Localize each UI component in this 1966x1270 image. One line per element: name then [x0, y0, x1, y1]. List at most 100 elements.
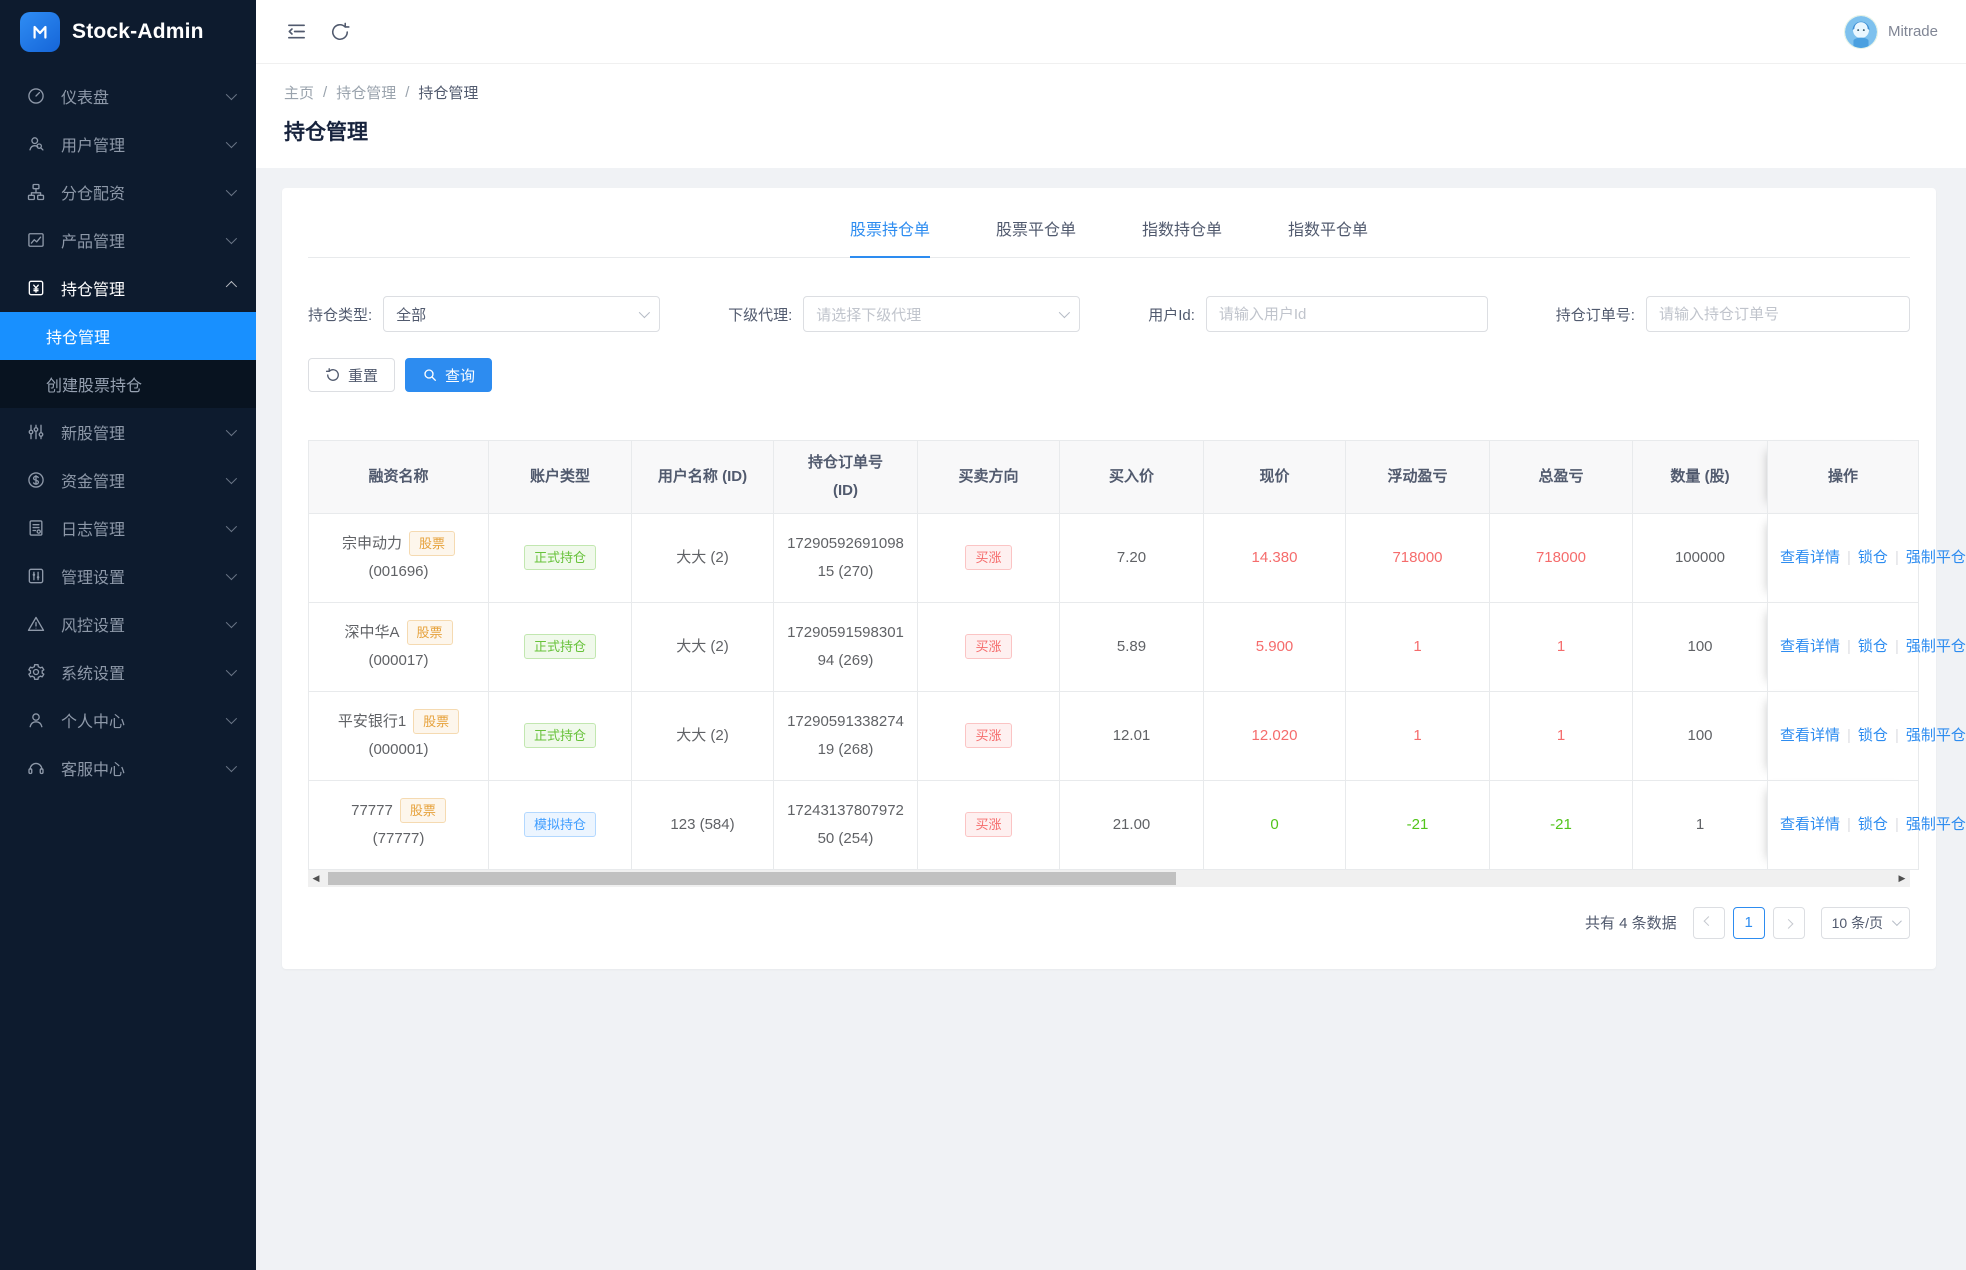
- reset-button[interactable]: 重置: [308, 358, 396, 392]
- breadcrumb-item[interactable]: 持仓管理: [336, 82, 396, 103]
- topbar-user[interactable]: Mitrade: [1843, 14, 1938, 49]
- sidebar-item-profile[interactable]: 个人中心: [0, 696, 256, 744]
- sidebar-item-logs[interactable]: 日志管理: [0, 504, 256, 552]
- brand[interactable]: Stock-Admin: [0, 0, 256, 64]
- filter-group-position-type: 持仓类型: 全部: [308, 296, 661, 332]
- scroll-left-icon[interactable]: ◀: [308, 870, 324, 887]
- chevron-down-icon: [225, 568, 238, 581]
- chevron-down-icon: [1891, 916, 1902, 927]
- cell-direction: 买涨: [917, 601, 1060, 692]
- cell-total-pl: -21: [1489, 779, 1633, 870]
- tab-2[interactable]: 指数持仓单: [1142, 216, 1222, 257]
- direction-tag: 买涨: [965, 633, 1012, 660]
- chevron-down-icon: [225, 712, 238, 725]
- action-view-detail[interactable]: 查看详情: [1780, 816, 1840, 833]
- breadcrumb-item[interactable]: 主页: [284, 82, 314, 103]
- sidebar-item-label: 持仓管理: [61, 282, 126, 299]
- stock-name: 77777: [351, 801, 393, 819]
- breadcrumb-separator: /: [323, 84, 328, 101]
- sidebar-item-product[interactable]: 产品管理: [0, 216, 256, 264]
- search-button[interactable]: 查询: [405, 358, 493, 392]
- brand-name: Stock-Admin: [72, 20, 204, 43]
- action-lock-position[interactable]: 锁仓: [1858, 549, 1888, 566]
- action-lock-position[interactable]: 锁仓: [1858, 816, 1888, 833]
- cell-current-price: 14.380: [1203, 512, 1346, 603]
- direction-tag: 买涨: [965, 811, 1012, 838]
- cell-float-pl: 718000: [1345, 512, 1490, 603]
- action-separator: |: [1894, 548, 1899, 566]
- pagination: 共有 4 条数据 1 10 条/页: [308, 906, 1910, 939]
- avatar[interactable]: [1843, 14, 1878, 49]
- sidebar-item-allocation[interactable]: 分仓配资: [0, 168, 256, 216]
- collapse-menu-icon[interactable]: [284, 20, 308, 44]
- positions-table-wrap: 融资名称 账户类型 用户名称 (ID) 持仓订单号 (ID) 买卖方向 买入价 现价 浮动盈亏…: [308, 440, 1966, 887]
- sidebar-subitem-create-stock-position[interactable]: 创建股票持仓: [0, 360, 256, 408]
- sidebar-item-support[interactable]: 客服中心: [0, 744, 256, 792]
- sidebar-item-dashboard[interactable]: 仪表盘: [0, 72, 256, 120]
- sidebar-subitem-position-list[interactable]: 持仓管理: [0, 312, 256, 360]
- column-header-3: 持仓订单号 (ID): [773, 440, 918, 514]
- prev-page-button[interactable]: [1692, 906, 1725, 939]
- sub-agent-select[interactable]: 请选择下级代理: [803, 296, 1081, 332]
- filter-label: 用户Id:: [1148, 306, 1195, 324]
- filter-group-sub-agent: 下级代理: 请选择下级代理: [728, 296, 1081, 332]
- horizontal-scrollbar[interactable]: ◀ ▶: [308, 869, 1910, 887]
- action-force-close[interactable]: 强制平仓: [1906, 638, 1966, 655]
- scroll-right-icon[interactable]: ▶: [1894, 870, 1910, 887]
- sidebar-item-users[interactable]: 用户管理: [0, 120, 256, 168]
- tab-3[interactable]: 指数平仓单: [1288, 216, 1368, 257]
- next-page-button[interactable]: [1772, 906, 1805, 939]
- topbar-username: Mitrade: [1887, 23, 1938, 40]
- scrollbar-track[interactable]: [324, 870, 1894, 887]
- funds-icon: [26, 470, 46, 490]
- system-icon: [26, 662, 46, 682]
- action-lock-position[interactable]: 锁仓: [1858, 727, 1888, 744]
- table-row: 深中华A 股票 (000017) 正式持仓 大大 (2) 1729059159830194…: [308, 601, 1966, 692]
- position-icon: [26, 278, 46, 298]
- cell-quantity: 100000: [1632, 512, 1768, 603]
- filter-actions: 重置 查询: [308, 358, 1910, 392]
- sidebar-item-risk[interactable]: 风控设置: [0, 600, 256, 648]
- page-size-value: 10 条/页: [1831, 914, 1883, 931]
- direction-tag: 买涨: [965, 722, 1012, 749]
- scrollbar-thumb[interactable]: [328, 871, 1176, 885]
- ipo-icon: [26, 422, 46, 442]
- chevron-left-icon: [1703, 916, 1714, 927]
- action-force-close[interactable]: 强制平仓: [1906, 816, 1966, 833]
- tab-0[interactable]: 股票持仓单: [849, 216, 930, 258]
- cell-total-pl: 718000: [1489, 512, 1633, 603]
- sidebar-item-admin[interactable]: 管理设置: [0, 552, 256, 600]
- table-row: 平安银行1 股票 (000001) 正式持仓 大大 (2) 172905913382741…: [308, 690, 1966, 781]
- action-force-close[interactable]: 强制平仓: [1906, 549, 1966, 566]
- order-no-input[interactable]: [1645, 296, 1910, 332]
- stock-name: 深中华A: [344, 623, 400, 641]
- action-view-detail[interactable]: 查看详情: [1780, 549, 1840, 566]
- action-separator: |: [1894, 815, 1899, 833]
- action-view-detail[interactable]: 查看详情: [1780, 638, 1840, 655]
- sidebar-item-position[interactable]: 持仓管理: [0, 264, 256, 312]
- sidebar-item-ipo[interactable]: 新股管理: [0, 408, 256, 456]
- action-separator: |: [1894, 726, 1899, 744]
- chevron-down-icon: [225, 664, 238, 677]
- sidebar-item-system[interactable]: 系统设置: [0, 648, 256, 696]
- sidebar-item-label: 产品管理: [61, 234, 126, 251]
- action-force-close[interactable]: 强制平仓: [1906, 727, 1966, 744]
- page-number-button[interactable]: 1: [1732, 906, 1765, 939]
- page-size-select[interactable]: 10 条/页: [1820, 906, 1910, 939]
- select-value: 全部: [396, 306, 427, 324]
- cell-user: 大大 (2): [631, 512, 774, 603]
- reset-button-label: 重置: [348, 367, 379, 385]
- position-type-select[interactable]: 全部: [383, 296, 661, 332]
- action-view-detail[interactable]: 查看详情: [1780, 727, 1840, 744]
- tab-1[interactable]: 股票平仓单: [996, 216, 1076, 257]
- cell-order-no: 1729059133827419 (268): [773, 690, 918, 781]
- cell-quantity: 100: [1632, 690, 1768, 781]
- sidebar-item-funds[interactable]: 资金管理: [0, 456, 256, 504]
- cell-account-type: 正式持仓: [488, 690, 632, 781]
- chevron-down-icon: [225, 760, 238, 773]
- action-lock-position[interactable]: 锁仓: [1858, 638, 1888, 655]
- user-id-input[interactable]: [1205, 296, 1488, 332]
- refresh-icon[interactable]: [328, 20, 352, 44]
- cell-buy-price: 12.01: [1059, 690, 1204, 781]
- cell-quantity: 1: [1632, 779, 1768, 870]
